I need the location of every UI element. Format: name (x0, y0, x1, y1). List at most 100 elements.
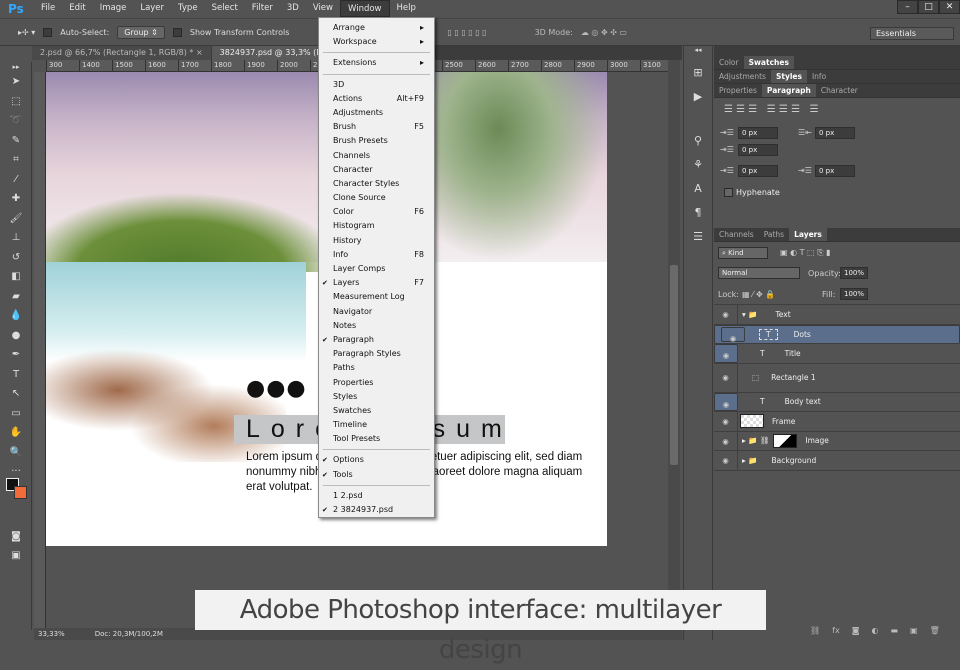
menu-item-character-styles[interactable]: Character Styles (319, 177, 434, 191)
menu-layer[interactable]: Layer (133, 0, 171, 17)
menu-item-workspace[interactable]: Workspace ▸ (319, 35, 434, 49)
new-group-icon[interactable]: ▬ (890, 626, 898, 635)
menu-item-swatches[interactable]: Swatches (319, 404, 434, 418)
gradient-tool-icon[interactable]: ▰ (0, 287, 32, 307)
layer-row-title[interactable]: ◉ T Title (714, 344, 960, 364)
mask-icon[interactable]: ◙ (852, 626, 860, 635)
tab-info[interactable]: Info (807, 70, 831, 83)
brush-tool-icon[interactable]: 🖌 (0, 209, 32, 229)
tab-styles[interactable]: Styles (770, 70, 807, 83)
collapse-icon[interactable]: ▸▸ (0, 62, 32, 72)
quick-mask-icon[interactable]: ◙ (0, 527, 32, 547)
fill-field[interactable]: 100% (840, 288, 868, 300)
scrollbar-thumb[interactable] (670, 265, 678, 465)
link-icon[interactable]: ⛓ (810, 626, 820, 635)
pen-tool-icon[interactable]: ✒ (0, 345, 32, 365)
tab-paragraph[interactable]: Paragraph (761, 84, 816, 97)
indent-right-field[interactable]: 0 px (815, 127, 855, 139)
space-after-field[interactable]: 0 px (815, 165, 855, 177)
hand-tool-icon[interactable]: ✋ (0, 423, 32, 443)
actions-icon[interactable]: ▶ (684, 90, 712, 114)
tab-color[interactable]: Color (714, 56, 744, 69)
menu-item-adjustments[interactable]: Adjustments (319, 106, 434, 120)
brush-icon[interactable]: ⚲ (684, 134, 712, 158)
visibility-eye-icon[interactable]: ◉ (714, 431, 738, 450)
3d-mode-icons[interactable]: ☁ ◎ ✥ ✣ ▭ (581, 28, 627, 37)
auto-select-dropdown[interactable]: Group ⇕ (117, 25, 165, 39)
menu-item-paths[interactable]: Paths (319, 361, 434, 375)
expand-icon[interactable]: ◂◂ (684, 46, 712, 56)
quick-select-tool-icon[interactable]: ✎ (0, 131, 32, 151)
zoom-level[interactable]: 33,33% (38, 628, 65, 640)
menu-item-options[interactable]: ✔ Options (319, 453, 434, 467)
clone-source-icon[interactable]: ⚘ (684, 158, 712, 182)
tab-channels[interactable]: Channels (714, 228, 759, 241)
tool-presets-icon[interactable]: ☰ (684, 230, 712, 254)
menu-item-properties[interactable]: Properties (319, 376, 434, 390)
menu-item-styles[interactable]: Styles (319, 390, 434, 404)
layer-row-image[interactable]: ◉ ▸ 📁 ⛓ Image (714, 431, 960, 451)
eyedropper-tool-icon[interactable]: ⁄ (0, 170, 32, 190)
indent-left-field[interactable]: 0 px (738, 127, 778, 139)
history-icon[interactable]: ⊞ (684, 66, 712, 90)
menu-item-tools[interactable]: ✔ Tools (319, 468, 434, 482)
tab-2psd[interactable]: 2.psd @ 66,7% (Rectangle 1, RGB/8) * × (32, 46, 211, 60)
menu-item-histogram[interactable]: Histogram (319, 219, 434, 233)
menu-item-notes[interactable]: Notes (319, 319, 434, 333)
maximize-button[interactable]: □ (918, 0, 939, 14)
character-icon[interactable]: A (684, 182, 712, 206)
crop-tool-icon[interactable]: ⌗ (0, 150, 32, 170)
menu-item-paragraph[interactable]: ✔ Paragraph (319, 333, 434, 347)
eraser-tool-icon[interactable]: ◧ (0, 267, 32, 287)
path-select-tool-icon[interactable]: ↖ (0, 384, 32, 404)
visibility-eye-icon[interactable]: ◉ (714, 392, 738, 411)
menu-item-measurement-log[interactable]: Measurement Log (319, 290, 434, 304)
layer-row-body-text[interactable]: ◉ T Body text (714, 392, 960, 412)
visibility-eye-icon[interactable]: ◉ (714, 363, 738, 392)
menu-file[interactable]: File (34, 0, 62, 17)
menu-help[interactable]: Help (390, 0, 423, 17)
screen-mode-icon[interactable]: ▣ (0, 546, 32, 566)
tab-layers[interactable]: Layers (789, 228, 827, 241)
paragraph-icon[interactable]: ¶ (684, 206, 712, 230)
menu-type[interactable]: Type (171, 0, 205, 17)
menu-item-layers[interactable]: ✔ Layers F7 (319, 276, 434, 290)
menu-3d[interactable]: 3D (280, 0, 306, 17)
doc-size[interactable]: Doc: 20,3M/100,2M (95, 628, 163, 640)
menu-image[interactable]: Image (93, 0, 134, 17)
menu-item-info[interactable]: Info F8 (319, 248, 434, 262)
menu-item-channels[interactable]: Channels (319, 149, 434, 163)
align-buttons[interactable]: ☰ ☰ ☰ ☰ ☰ ☰ ☰ (724, 104, 819, 115)
menu-item-brush-presets[interactable]: Brush Presets (319, 134, 434, 148)
dodge-tool-icon[interactable]: ● (0, 326, 32, 346)
menu-item-character[interactable]: Character (319, 163, 434, 177)
tab-paths[interactable]: Paths (759, 228, 789, 241)
stamp-tool-icon[interactable]: ⊥ (0, 228, 32, 248)
tab-character[interactable]: Character (816, 84, 863, 97)
menu-edit[interactable]: Edit (62, 0, 92, 17)
hyphenate-checkbox[interactable] (724, 188, 733, 197)
layer-row-background[interactable]: ◉ ▸ 📁 Background (714, 451, 960, 471)
visibility-eye-icon[interactable]: ◉ (721, 326, 745, 343)
menu-item-3d[interactable]: 3D (319, 78, 434, 92)
adjustment-icon[interactable]: ◐ (871, 626, 878, 635)
new-layer-icon[interactable]: ▣ (910, 626, 918, 635)
visibility-eye-icon[interactable]: ◉ (714, 305, 738, 324)
visibility-eye-icon[interactable]: ◉ (714, 451, 738, 470)
menu-item-layer-comps[interactable]: Layer Comps (319, 262, 434, 276)
move-tool-icon[interactable]: ▸✢ ▾ (18, 28, 35, 37)
space-before-field[interactable]: 0 px (738, 165, 778, 177)
menu-filter[interactable]: Filter (245, 0, 280, 17)
shape-tool-icon[interactable]: ▭ (0, 404, 32, 424)
healing-tool-icon[interactable]: ✚ (0, 189, 32, 209)
zoom-tool-icon[interactable]: 🔍 (0, 443, 32, 463)
menu-item-actions[interactable]: Actions Alt+F9 (319, 92, 434, 106)
workspace-dropdown[interactable]: Essentials (870, 27, 954, 40)
marquee-tool-icon[interactable]: ⬚ (0, 92, 32, 112)
close-button[interactable]: ✕ (939, 0, 960, 14)
background-color-swatch[interactable] (14, 486, 27, 499)
menu-item-extensions[interactable]: Extensions ▸ (319, 56, 434, 70)
menu-item-color[interactable]: Color F6 (319, 205, 434, 219)
menu-item-history[interactable]: History (319, 234, 434, 248)
move-tool-icon[interactable]: ➤ (0, 72, 32, 92)
